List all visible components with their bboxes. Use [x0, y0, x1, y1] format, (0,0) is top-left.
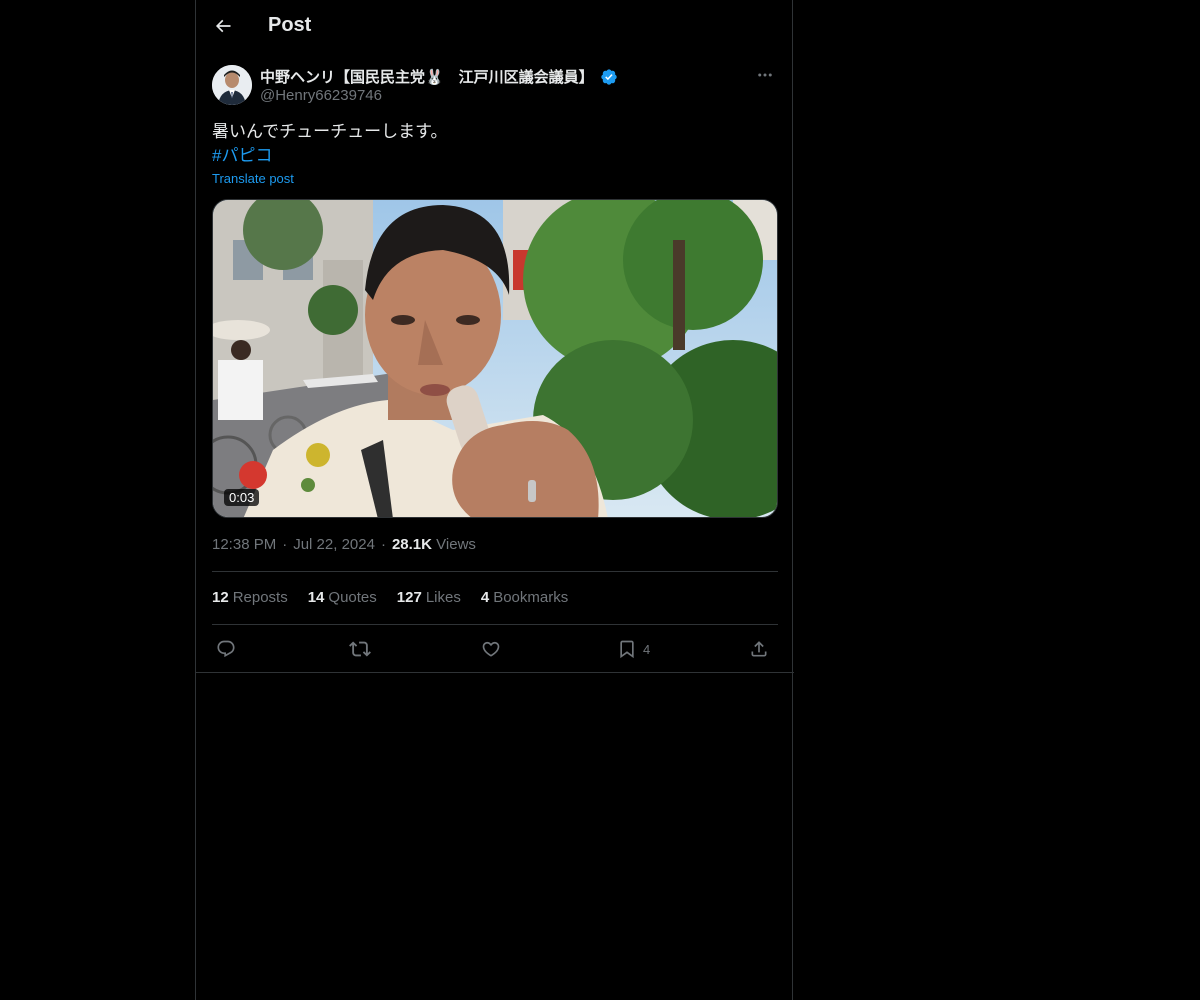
repost-icon	[349, 641, 371, 657]
post-text: 暑いんでチューチューします。 #パピコ	[212, 120, 447, 168]
post-time[interactable]: 12:38 PM	[212, 536, 276, 553]
reposts-stat[interactable]: 12 Reposts	[212, 589, 288, 606]
repost-button[interactable]	[349, 636, 371, 662]
bookmark-icon	[620, 640, 634, 659]
hashtag-link[interactable]: #パピコ	[212, 144, 447, 168]
video-player[interactable]: 0:03	[212, 199, 778, 518]
quotes-stat[interactable]: 14 Quotes	[308, 589, 377, 606]
post-text-line: 暑いんでチューチューします。	[212, 122, 448, 141]
post-meta: 12:38 PM · Jul 22, 2024 · 28.1K Views	[212, 536, 476, 553]
views-label: Views	[436, 536, 476, 553]
likes-count: 127	[396, 589, 422, 606]
share-icon	[751, 641, 767, 657]
author-handle[interactable]: @Henry66239746	[260, 87, 382, 104]
heart-icon	[482, 641, 500, 657]
post-detail-column: Post 中野ヘンリ【国民民主党🐰 江戸川区議会議員】 @Henry662397…	[195, 0, 794, 1000]
video-thumbnail	[213, 200, 777, 517]
post-bottom-border	[196, 672, 794, 673]
quotes-label: Quotes	[328, 589, 377, 606]
likes-label: Likes	[425, 589, 461, 606]
bookmarks-stat[interactable]: 4 Bookmarks	[481, 589, 568, 606]
author-name-text: 中野ヘンリ【国民民主党🐰 江戸川区議会議員】	[260, 69, 594, 86]
page-title: Post	[268, 14, 312, 36]
bookmarks-label: Bookmarks	[493, 589, 569, 606]
reply-button[interactable]	[216, 636, 236, 662]
divider	[212, 624, 778, 625]
more-options-button[interactable]	[752, 64, 778, 86]
post-date[interactable]: Jul 22, 2024	[293, 536, 375, 553]
reply-icon	[217, 640, 235, 658]
more-icon	[758, 73, 772, 77]
avatar-image	[212, 65, 252, 105]
bookmark-button[interactable]: 4	[617, 636, 650, 662]
back-button[interactable]	[210, 13, 236, 39]
bookmarks-count: 4	[480, 589, 490, 606]
action-bar: 4	[212, 636, 778, 662]
likes-stat[interactable]: 127 Likes	[397, 589, 461, 606]
bookmark-count: 4	[643, 641, 651, 657]
engagement-stats: 12 Reposts 14 Quotes 127 Likes 4 Bookmarks	[212, 589, 588, 606]
reposts-count: 12	[212, 589, 229, 606]
like-button[interactable]	[481, 636, 501, 662]
translate-post-link[interactable]: Translate post	[212, 171, 294, 186]
quotes-count: 14	[307, 589, 325, 606]
arrow-left-icon	[215, 19, 231, 33]
meta-separator: ·	[282, 536, 288, 553]
video-duration-badge: 0:03	[224, 489, 260, 506]
meta-separator: ·	[380, 536, 386, 553]
reposts-label: Reposts	[232, 589, 288, 606]
verified-badge-icon[interactable]	[600, 68, 618, 86]
page-header: Post	[196, 0, 794, 53]
divider	[212, 571, 778, 572]
views-count: 28.1K	[391, 536, 432, 553]
avatar[interactable]	[212, 65, 252, 105]
share-button[interactable]	[749, 636, 769, 662]
author-name[interactable]: 中野ヘンリ【国民民主党🐰 江戸川区議会議員】	[260, 66, 618, 87]
